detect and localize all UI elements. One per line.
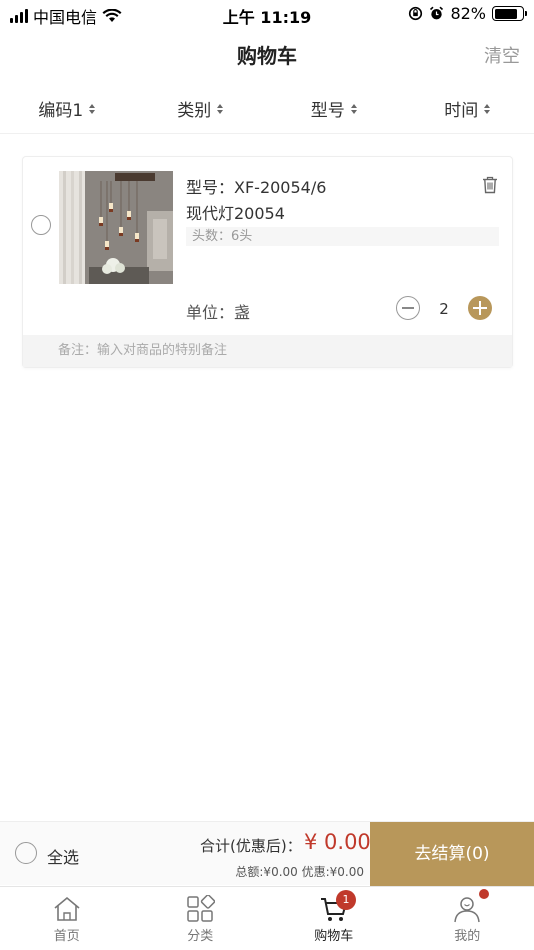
rotation-lock-icon xyxy=(409,6,423,21)
total-label: 合计(优惠后)： xyxy=(200,837,302,855)
tab-home[interactable]: 首页 xyxy=(0,887,134,950)
item-spec: 头数：6头 xyxy=(186,227,499,246)
battery-icon xyxy=(492,6,527,21)
sort-label: 类别 xyxy=(177,101,212,121)
cart-count-badge: 1 xyxy=(336,890,356,910)
status-right: 82% xyxy=(408,4,527,23)
tab-profile[interactable]: 我的 xyxy=(401,887,534,950)
sort-by-time[interactable]: 时间 xyxy=(401,84,534,133)
trash-icon[interactable] xyxy=(482,176,498,194)
select-all-label[interactable]: 全选 xyxy=(47,844,79,868)
notification-dot xyxy=(479,889,489,899)
quantity-decrease-button[interactable] xyxy=(396,296,420,320)
subtotal-text: 总额:¥0.00 优惠:¥0.00 xyxy=(235,865,364,879)
item-select-radio[interactable] xyxy=(31,215,51,235)
sort-arrows-icon xyxy=(484,103,491,114)
sort-by-model[interactable]: 型号 xyxy=(267,84,401,133)
select-all-radio[interactable] xyxy=(15,842,37,864)
tab-label: 购物车 xyxy=(314,929,354,944)
category-icon xyxy=(187,895,216,922)
sort-by-category[interactable]: 类别 xyxy=(134,84,268,133)
total-amount: ¥ 0.00 xyxy=(304,830,371,854)
page-title: 购物车 xyxy=(237,44,297,68)
item-unit: 单位：盏 xyxy=(186,303,251,322)
sort-by-code[interactable]: 编码1 xyxy=(0,84,134,133)
alarm-icon xyxy=(430,6,444,20)
tab-label: 我的 xyxy=(454,929,481,944)
clear-cart-button[interactable]: 清空 xyxy=(484,42,520,68)
sort-arrows-icon xyxy=(89,103,96,114)
tab-cart[interactable]: 购物车 xyxy=(267,887,401,950)
battery-percent: 82% xyxy=(450,4,486,23)
tab-label: 首页 xyxy=(53,929,80,944)
sort-label: 时间 xyxy=(444,101,479,121)
tab-category[interactable]: 分类 xyxy=(134,887,268,950)
quantity-increase-button[interactable] xyxy=(468,296,492,320)
checkout-bar: 全选 合计(优惠后)： ¥ 0.00 总额:¥0.00 优惠:¥0.00 去结算… xyxy=(0,821,534,886)
item-model: 型号：XF-20054/6 xyxy=(186,178,327,197)
product-image[interactable] xyxy=(59,171,173,284)
remark-input[interactable]: 备注：输入对商品的特别备注 xyxy=(23,335,512,367)
quantity-value: 2 xyxy=(439,300,449,318)
profile-icon xyxy=(454,897,480,923)
tab-label: 分类 xyxy=(187,929,214,944)
nav-header: 购物车 清空 xyxy=(0,28,534,80)
sort-label: 型号 xyxy=(310,101,345,121)
sort-bar: 编码1 类别 型号 时间 xyxy=(0,84,534,134)
sort-arrows-icon xyxy=(350,103,357,114)
item-name: 现代灯20054 xyxy=(186,204,285,223)
sort-label: 编码1 xyxy=(38,101,84,121)
status-bar: 中国电信 上午 11:19 82% xyxy=(0,0,534,28)
home-icon xyxy=(54,896,80,921)
sort-arrows-icon xyxy=(217,103,224,114)
tab-bar: 首页 分类 购物车 我的 xyxy=(0,886,534,950)
cart-item-card: 型号：XF-20054/6 现代灯20054 头数：6头 单位：盏 2 备注：输… xyxy=(22,156,513,368)
checkout-button[interactable]: 去结算(0) xyxy=(370,822,534,886)
